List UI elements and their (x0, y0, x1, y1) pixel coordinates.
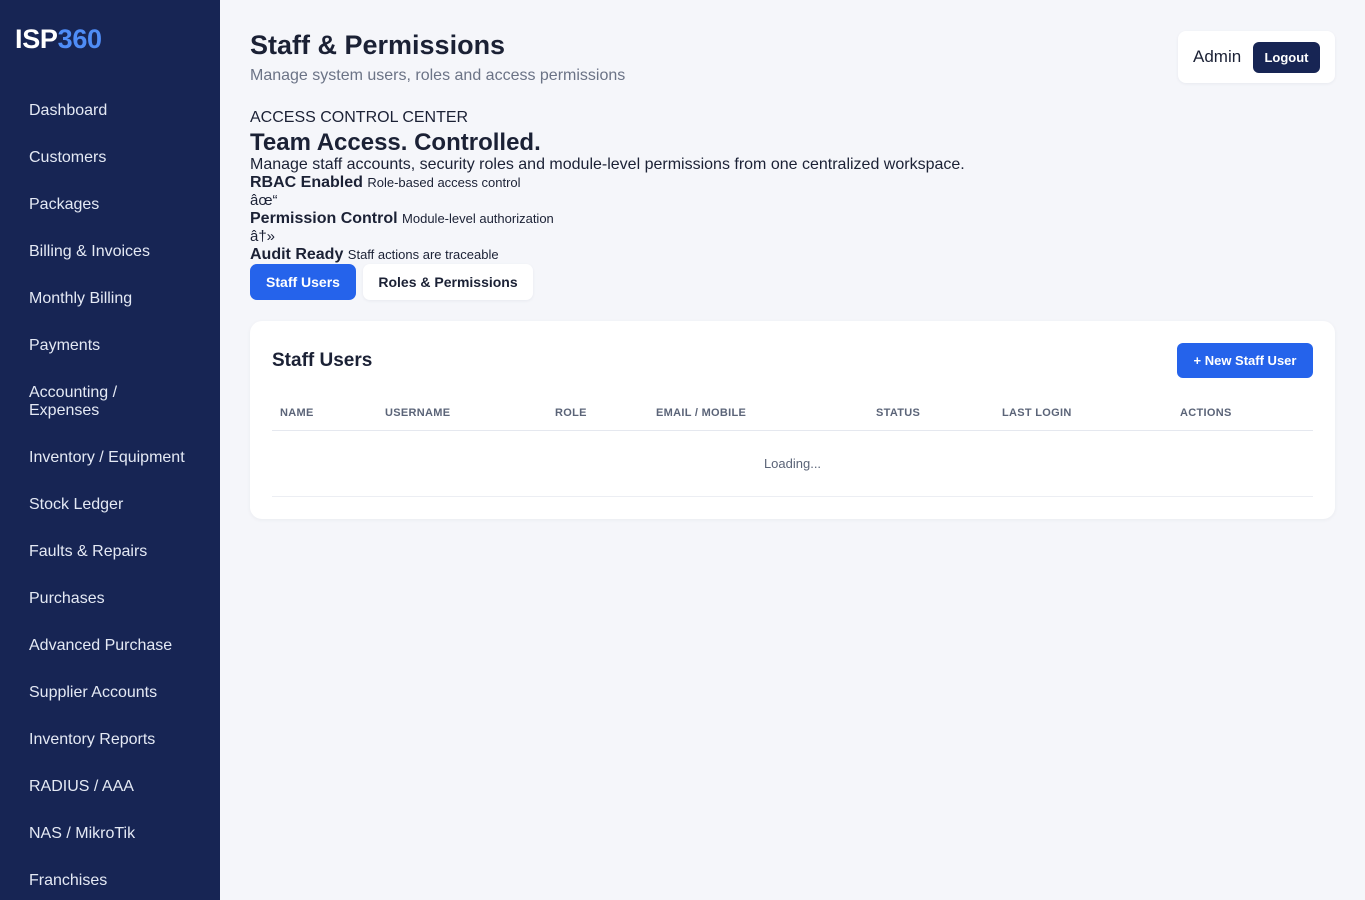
new-staff-user-button[interactable]: + New Staff User (1177, 343, 1313, 378)
tab-staff-users[interactable]: Staff Users (250, 264, 356, 300)
table-header-divider (272, 430, 1313, 431)
sidebar-item-purchases[interactable]: Purchases (0, 590, 220, 608)
column-header-username[interactable]: USERNAME (385, 407, 450, 419)
feature-rbac: RBAC Enabled Role-based access control (250, 174, 521, 192)
sidebar-item-dashboard[interactable]: Dashboard (0, 102, 220, 120)
sidebar-item-faults-repairs[interactable]: Faults & Repairs (0, 543, 220, 561)
column-header-last-login[interactable]: LAST LOGIN (1002, 407, 1072, 419)
page-title: Staff & Permissions (250, 30, 506, 60)
tab-roles-permissions[interactable]: Roles & Permissions (363, 264, 533, 300)
sidebar-item-radius-aaa[interactable]: RADIUS / AAA (0, 778, 220, 796)
column-header-status[interactable]: STATUS (876, 407, 920, 419)
table-bottom-divider (272, 496, 1313, 497)
logout-button[interactable]: Logout (1253, 42, 1320, 73)
main-content: Staff & Permissions Manage system users,… (220, 0, 1365, 900)
sidebar-item-monthly-billing[interactable]: Monthly Billing (0, 290, 220, 308)
hero-eyebrow: ACCESS CONTROL CENTER (250, 109, 469, 126)
feature-permission-control: Permission Control Module-level authoriz… (250, 210, 554, 228)
feature-desc: Module-level authorization (402, 211, 554, 226)
sidebar-item-supplier-accounts[interactable]: Supplier Accounts (0, 684, 220, 702)
sidebar-item-stock-ledger[interactable]: Stock Ledger (0, 496, 220, 514)
page-subtitle: Manage system users, roles and access pe… (250, 67, 626, 84)
sidebar-item-franchises[interactable]: Franchises (0, 872, 220, 890)
hero-description: Manage staff accounts, security roles an… (250, 156, 965, 173)
feature-title: Audit Ready (250, 246, 344, 263)
feature-desc: Staff actions are traceable (347, 247, 499, 262)
card-title: Staff Users (272, 350, 373, 371)
brand-logo[interactable]: ISP360 (15, 24, 102, 55)
sidebar-item-nas-mikrotik[interactable]: NAS / MikroTik (0, 825, 220, 843)
sidebar-item-packages[interactable]: Packages (0, 196, 220, 214)
sidebar-item-inventory-reports[interactable]: Inventory Reports (0, 731, 220, 749)
sidebar-item-advanced-purchase[interactable]: Advanced Purchase (0, 637, 220, 655)
feature-audit-ready: Audit Ready Staff actions are traceable (250, 246, 499, 264)
brand-prefix: ISP (15, 24, 58, 54)
user-name: Admin (1193, 47, 1242, 66)
refresh-icon: â†» (250, 228, 276, 245)
column-header-name[interactable]: NAME (280, 407, 314, 419)
table-loading-text: Loading... (763, 456, 822, 471)
check-icon: âœ“ (250, 192, 278, 209)
feature-title: Permission Control (250, 210, 398, 227)
hero-title: Team Access. Controlled. (250, 129, 541, 156)
sidebar: ISP360 Dashboard Customers Packages Bill… (0, 0, 220, 900)
feature-desc: Role-based access control (367, 175, 521, 190)
column-header-email-mobile[interactable]: EMAIL / MOBILE (656, 407, 746, 419)
column-header-actions: ACTIONS (1180, 407, 1232, 419)
sidebar-item-billing-invoices[interactable]: Billing & Invoices (0, 243, 220, 261)
sidebar-item-inventory-equipment[interactable]: Inventory / Equipment (0, 449, 220, 467)
sidebar-item-accounting-expenses[interactable]: Accounting / Expenses (0, 384, 220, 420)
staff-users-card: Staff Users + New Staff User NAME USERNA… (250, 321, 1335, 519)
brand-suffix: 360 (57, 24, 102, 54)
sidebar-item-customers[interactable]: Customers (0, 149, 220, 167)
user-box: Admin Logout (1178, 31, 1335, 83)
feature-title: RBAC Enabled (250, 174, 363, 191)
column-header-role[interactable]: ROLE (555, 407, 587, 419)
sidebar-item-payments[interactable]: Payments (0, 337, 220, 355)
